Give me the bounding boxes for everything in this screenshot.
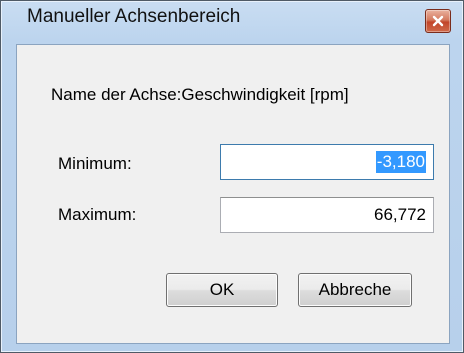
cancel-button[interactable]: Abbreche: [298, 273, 412, 307]
minimum-label: Minimum:: [58, 154, 132, 173]
window-title: Manueller Achsenbereich: [27, 6, 241, 27]
minimum-value: -3,180: [375, 151, 426, 173]
ok-button[interactable]: OK: [166, 273, 278, 307]
axis-name-label: Name der Achse:Geschwindigkeit [rpm]: [51, 85, 349, 104]
maximum-label: Maximum:: [58, 205, 137, 224]
title-bar[interactable]: Manueller Achsenbereich: [1, 1, 463, 33]
minimum-input[interactable]: -3,180: [220, 144, 434, 180]
dialog-content: Name der Achse:Geschwindigkeit [rpm] Min…: [16, 44, 450, 344]
close-icon: [432, 15, 444, 27]
close-button[interactable]: [425, 9, 451, 33]
dialog-window: Manueller Achsenbereich Name der Achse:G…: [0, 0, 464, 353]
maximum-input[interactable]: 66,772: [220, 197, 434, 233]
maximum-value: 66,772: [374, 205, 426, 224]
